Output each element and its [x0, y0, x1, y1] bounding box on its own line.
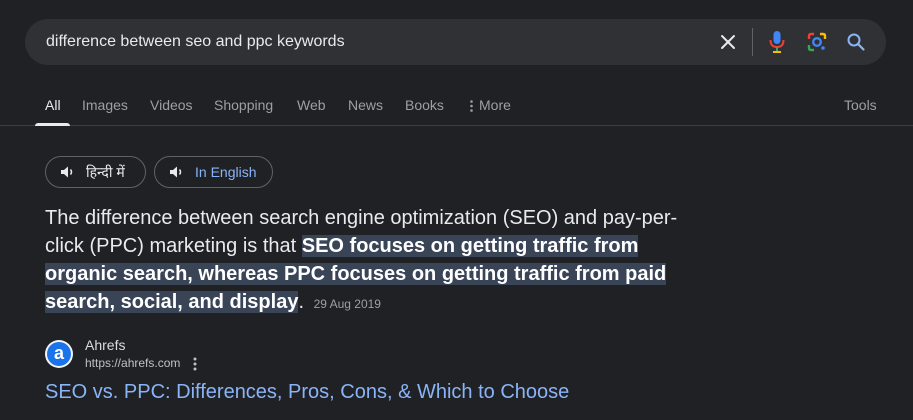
more-options-icon[interactable]	[188, 356, 202, 372]
tab-news[interactable]: News	[348, 97, 383, 113]
chip-english[interactable]: In English	[154, 156, 273, 188]
snippet-date: 29 Aug 2019	[313, 297, 381, 311]
speaker-icon	[61, 166, 73, 178]
site-name[interactable]: Ahrefs	[85, 337, 125, 353]
clear-icon[interactable]	[715, 29, 741, 55]
active-tab-indicator	[35, 123, 70, 126]
tab-books[interactable]: Books	[405, 97, 444, 113]
tab-more-label: More	[479, 97, 511, 113]
lens-icon[interactable]	[804, 29, 830, 55]
tab-videos[interactable]: Videos	[150, 97, 193, 113]
chip-english-label: In English	[195, 164, 257, 180]
search-divider	[752, 28, 753, 56]
tab-shopping[interactable]: Shopping	[214, 97, 273, 113]
chip-hindi-label: हिन्दी में	[86, 163, 125, 180]
tools-button[interactable]: Tools	[844, 97, 877, 113]
search-tabs: All Images Videos Shopping Web News Book…	[0, 88, 913, 126]
favicon-letter: a	[47, 342, 71, 366]
site-favicon[interactable]: a	[45, 340, 73, 368]
site-url[interactable]: https://ahrefs.com	[85, 356, 180, 370]
speaker-icon	[170, 166, 182, 178]
microphone-icon[interactable]	[764, 29, 790, 55]
more-vert-icon	[470, 100, 473, 113]
result-title-link[interactable]: SEO vs. PPC: Differences, Pros, Cons, & …	[45, 379, 569, 405]
tab-web[interactable]: Web	[297, 97, 326, 113]
search-icon[interactable]	[843, 29, 869, 55]
chip-hindi[interactable]: हिन्दी में	[45, 156, 146, 188]
search-bar[interactable]: difference between seo and ppc keywords	[25, 19, 886, 65]
featured-snippet: The difference between search engine opt…	[45, 204, 705, 318]
snippet-period: .	[298, 291, 305, 313]
tab-all[interactable]: All	[45, 97, 61, 113]
search-input[interactable]: difference between seo and ppc keywords	[46, 32, 345, 52]
tab-more[interactable]: More	[470, 97, 511, 113]
tab-images[interactable]: Images	[82, 97, 128, 113]
